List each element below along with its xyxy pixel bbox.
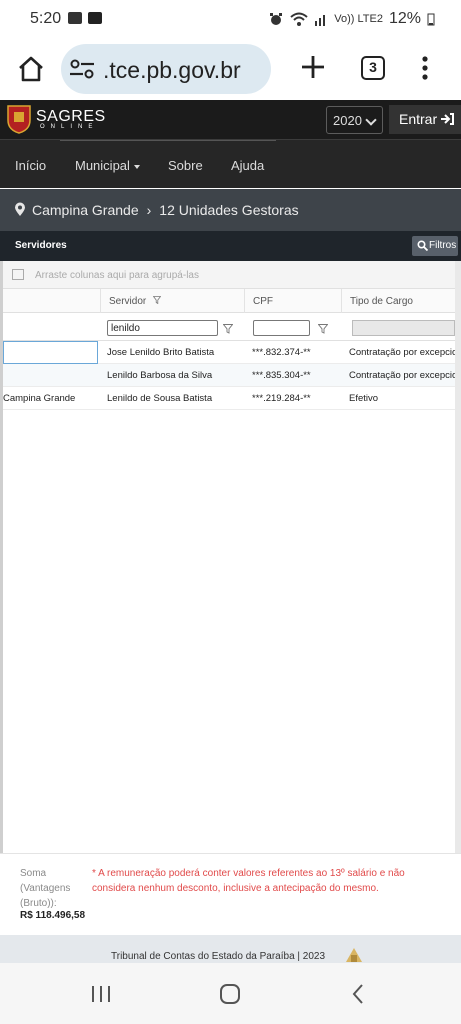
year-select[interactable]: 2020 — [326, 106, 383, 134]
login-button[interactable]: Entrar — [389, 105, 461, 134]
wifi-icon — [290, 12, 308, 26]
panel-header: Servidores Filtros — [0, 231, 461, 261]
breadcrumb-city[interactable]: Campina Grande — [32, 202, 139, 218]
battery-percent: 12% — [388, 10, 421, 27]
summary-footer: Soma (Vantagens (Bruto)): R$ 118.496,58 … — [0, 853, 461, 935]
caret-down-icon — [133, 164, 140, 169]
cell-tipo-cargo: Efetivo — [349, 393, 379, 404]
recent-apps-icon[interactable] — [88, 981, 114, 1007]
tabs-icon[interactable]: 3 — [361, 56, 385, 80]
cell-servidor: Lenildo Barbosa da Silva — [107, 370, 213, 381]
column-header-servidor[interactable]: Servidor — [100, 289, 244, 313]
cell-focus — [3, 341, 98, 364]
cell-servidor: Jose Lenildo Brito Batista — [107, 347, 215, 358]
back-icon[interactable] — [346, 981, 372, 1007]
page: 5:20 Vo)) LTE2 12% .tce.pb.gov.br 3 SAGR… — [0, 0, 461, 1024]
main-nav: Início Municipal Sobre Ajuda — [0, 140, 461, 188]
panel-title: Servidores — [15, 240, 67, 251]
sagres-logo-icon[interactable] — [6, 104, 32, 134]
url-text: .tce.pb.gov.br — [103, 57, 241, 83]
cell-tipo-cargo: Contratação por excepcio — [349, 347, 455, 358]
filter-icon[interactable] — [153, 296, 162, 304]
signal-icon — [315, 15, 326, 26]
nav-item-ajuda[interactable]: Ajuda — [231, 158, 264, 173]
nav-item-municipal-label: Municipal — [75, 158, 130, 173]
search-icon — [417, 240, 428, 251]
breadcrumb-units[interactable]: 12 Unidades Gestoras — [159, 202, 298, 218]
login-label: Entrar — [399, 111, 438, 127]
site-settings-icon[interactable] — [69, 58, 95, 80]
tce-emblem-icon — [346, 948, 362, 962]
android-nav-bar — [0, 963, 461, 1024]
remuneration-note: * A remuneração poderá conter valores re… — [92, 868, 405, 894]
nav-item-municipal[interactable]: Municipal — [75, 158, 140, 173]
column-header-tipo-cargo[interactable]: Tipo de Cargo — [341, 289, 455, 313]
site-header: SAGRES ONLINE 2020 Entrar — [0, 100, 461, 140]
filter-icon[interactable] — [318, 324, 328, 334]
status-right: Vo)) LTE2 12% — [268, 10, 435, 28]
chevron-down-icon — [365, 114, 377, 126]
servidor-filter-input[interactable] — [107, 320, 218, 336]
network-label: Vo)) LTE2 — [334, 13, 383, 25]
cpf-filter-input[interactable] — [253, 320, 310, 336]
gallery-icon — [68, 12, 82, 24]
group-icon — [12, 269, 24, 280]
breadcrumb: Campina Grande › 12 Unidades Gestoras — [0, 189, 461, 231]
youtube-icon — [88, 12, 102, 24]
filters-button[interactable]: Filtros — [412, 236, 458, 256]
breadcrumb-text: Campina Grande › 12 Unidades Gestoras — [32, 202, 299, 218]
alarm-icon — [270, 13, 283, 25]
battery-icon — [427, 13, 435, 26]
column-header-cpf[interactable]: CPF — [244, 289, 341, 313]
table-row[interactable]: Lenildo Barbosa da Silva ***.835.304-** … — [3, 364, 455, 387]
filter-icon[interactable] — [223, 324, 233, 334]
column-header-servidor-label: Servidor — [109, 296, 147, 307]
new-tab-icon[interactable] — [300, 54, 326, 80]
cell-cpf: ***.832.374-** — [252, 347, 311, 358]
map-pin-icon — [15, 202, 25, 216]
summary-label: Soma (Vantagens (Bruto)): — [20, 868, 71, 909]
cell-tipo-cargo: Contratação por excepcio — [349, 370, 455, 381]
logo-subtitle: ONLINE — [40, 124, 99, 130]
filter-row — [3, 313, 455, 341]
year-value: 2020 — [333, 113, 362, 128]
summary-value: R$ 118.496,58 — [20, 910, 86, 921]
address-bar[interactable]: .tce.pb.gov.br — [61, 44, 271, 94]
sign-in-icon — [441, 113, 454, 125]
group-panel[interactable]: Arraste colunas aqui para agrupá-las — [3, 261, 455, 289]
tipo-cargo-filter-input[interactable] — [352, 320, 455, 336]
footer-text: Tribunal de Contas do Estado da Paraíba … — [111, 951, 326, 962]
cell-cpf: ***.219.284-** — [252, 393, 311, 404]
status-time: 5:20 — [30, 10, 62, 27]
home-nav-icon[interactable] — [217, 981, 243, 1007]
data-grid: Arraste colunas aqui para agrupá-las Ser… — [0, 261, 461, 853]
nav-item-sobre[interactable]: Sobre — [168, 158, 203, 173]
filters-label: Filtros — [429, 240, 457, 251]
table-row[interactable]: Campina Grande Lenildo de Sousa Batista … — [3, 387, 455, 410]
table-row[interactable]: Jose Lenildo Brito Batista ***.832.374-*… — [3, 341, 455, 364]
group-hint: Arraste colunas aqui para agrupá-las — [35, 270, 199, 281]
cell-servidor: Lenildo de Sousa Batista — [107, 393, 213, 404]
site-footer: Tribunal de Contas do Estado da Paraíba … — [0, 935, 461, 963]
chevron-right-icon: › — [146, 202, 152, 218]
cell-unidade: Campina Grande — [3, 393, 76, 404]
column-header-unidade[interactable] — [3, 289, 100, 313]
header-row: Servidor CPF Tipo de Cargo — [3, 289, 455, 313]
home-icon[interactable] — [16, 54, 46, 84]
more-menu-icon[interactable] — [418, 54, 432, 82]
browser-toolbar: .tce.pb.gov.br 3 — [0, 38, 461, 100]
status-bar: 5:20 Vo)) LTE2 12% — [0, 0, 461, 38]
cell-cpf: ***.835.304-** — [252, 370, 311, 381]
nav-item-inicio[interactable]: Início — [15, 158, 46, 173]
nav-divider — [60, 140, 276, 141]
